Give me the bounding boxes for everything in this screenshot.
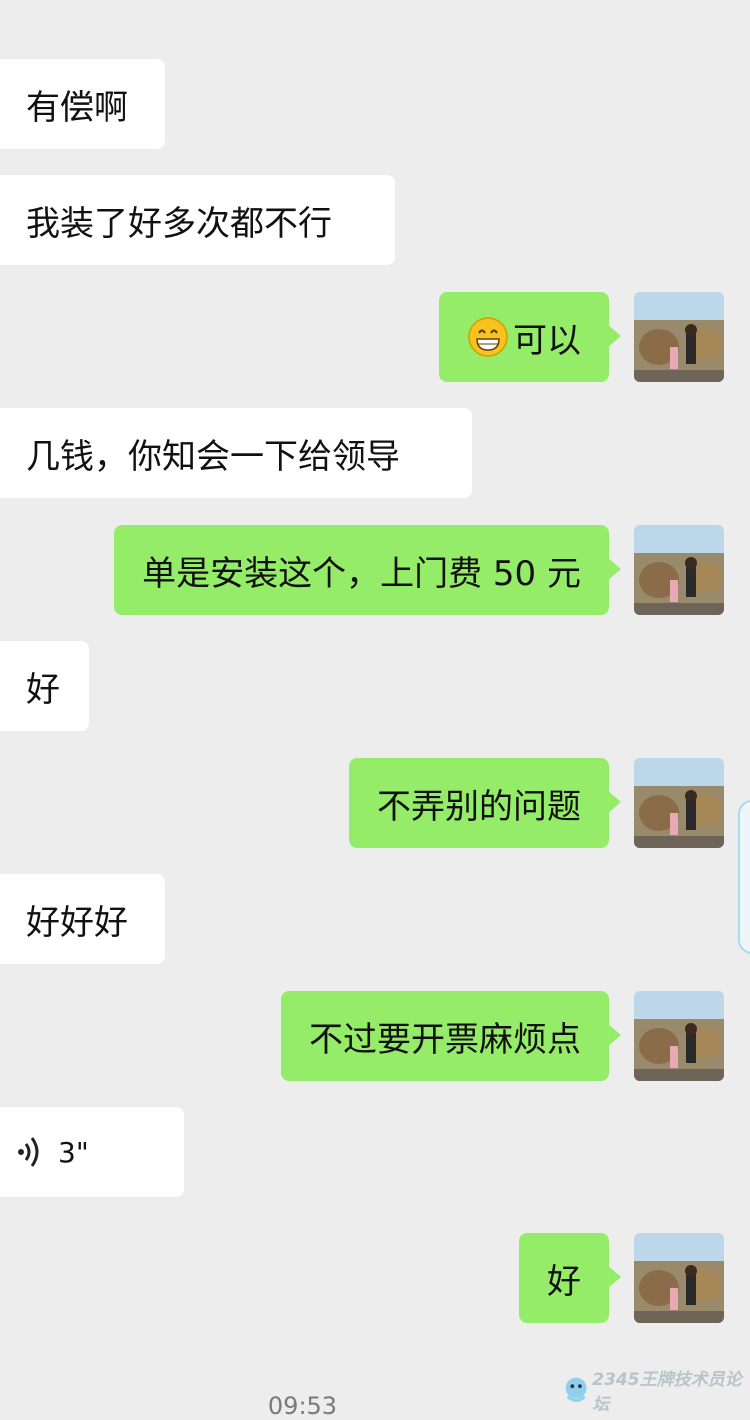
message-text: 不过要开票麻烦点	[309, 1019, 581, 1060]
message-bubble-incoming[interactable]: 有偿啊	[0, 59, 165, 149]
message-bubble-outgoing[interactable]: 好	[519, 1233, 621, 1323]
message-bubble-incoming[interactable]: 好	[0, 641, 89, 731]
message-text: 单是安装这个，上门费 50 元	[142, 553, 581, 594]
avatar[interactable]	[634, 292, 724, 382]
message-bubble-incoming[interactable]: 好好好	[0, 874, 165, 964]
voice-duration: 3"	[58, 1135, 89, 1169]
message-bubble-incoming[interactable]: 我装了好多次都不行	[0, 175, 395, 265]
avatar[interactable]	[634, 525, 724, 615]
message-text: 不弄别的问题	[377, 786, 581, 827]
grinning-face-icon	[468, 317, 508, 357]
message-text: 好好好	[26, 902, 128, 943]
side-float-handle[interactable]	[738, 800, 750, 954]
voice-message-bubble[interactable]: 3"	[0, 1107, 184, 1197]
message-text: 有偿啊	[26, 87, 128, 128]
message-text: 好	[547, 1261, 581, 1302]
voice-icon	[18, 1137, 39, 1167]
avatar[interactable]	[634, 1233, 724, 1323]
message-text: 可以	[513, 320, 581, 361]
message-bubble-outgoing[interactable]: 不过要开票麻烦点	[281, 991, 621, 1081]
message-bubble-outgoing[interactable]: 不弄别的问题	[349, 758, 621, 848]
message-text: 几钱，你知会一下给领导	[26, 436, 400, 477]
avatar[interactable]	[634, 991, 724, 1081]
watermark-text: 2345王牌技术员论坛	[592, 1370, 742, 1415]
message-timestamp: 09:53	[267, 1392, 338, 1420]
watermark: 2345王牌技术员论坛	[560, 1370, 750, 1415]
mascot-icon	[565, 1377, 587, 1402]
message-bubble-outgoing[interactable]: 单是安装这个，上门费 50 元	[114, 525, 621, 615]
message-text: 我装了好多次都不行	[26, 203, 332, 244]
message-text: 好	[26, 669, 60, 710]
avatar[interactable]	[634, 758, 724, 848]
message-bubble-incoming[interactable]: 几钱，你知会一下给领导	[0, 408, 472, 498]
message-bubble-outgoing[interactable]: 可以	[439, 292, 621, 382]
